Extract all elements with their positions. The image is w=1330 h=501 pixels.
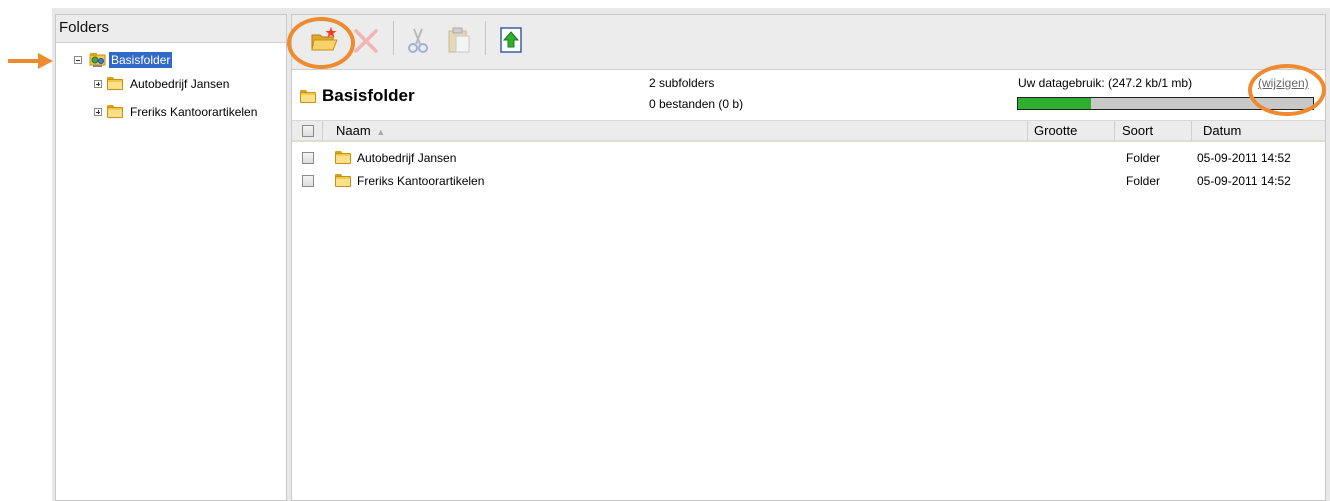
delete-button[interactable] [351, 25, 381, 55]
sort-asc-icon: ▲ [376, 127, 386, 137]
column-separator [322, 121, 323, 141]
file-browser-panel: Basisfolder 2 subfolders 0 bestanden (0 … [291, 14, 1326, 501]
column-separator [1191, 121, 1192, 141]
paste-button[interactable] [444, 25, 474, 55]
row-date: 05-09-2011 14:52 [1197, 174, 1291, 188]
folders-panel: Folders Basisfolder Autobedrijf Jansen F… [55, 14, 287, 501]
row-name[interactable]: Freriks Kantoorartikelen [357, 170, 484, 192]
table-row[interactable]: Autobedrijf Jansen Folder 05-09-2011 14:… [292, 147, 1325, 169]
clipboard-icon [448, 27, 470, 53]
row-checkbox[interactable] [302, 152, 314, 164]
expand-toggle-icon[interactable] [94, 80, 102, 88]
tree-item-root[interactable]: Basisfolder [74, 52, 274, 68]
subfolder-count: 2 subfolders [649, 76, 715, 90]
tree-item-label[interactable]: Basisfolder [109, 52, 173, 68]
toolbar-separator [393, 21, 394, 55]
usage-progress-fill [1018, 98, 1091, 109]
network-folder-icon [89, 53, 106, 67]
select-all-checkbox[interactable] [302, 125, 314, 137]
usage-progress-bar [1017, 97, 1314, 110]
column-header-name-label: Naam [336, 123, 371, 138]
expand-toggle-icon[interactable] [94, 108, 102, 116]
upload-button[interactable] [496, 25, 526, 55]
row-name[interactable]: Autobedrijf Jansen [357, 147, 456, 169]
folder-icon [107, 77, 123, 90]
grid-header: Naam ▲ Grootte Soort Datum [292, 120, 1325, 142]
row-date: 05-09-2011 14:52 [1197, 151, 1291, 165]
folders-panel-title: Folders [56, 15, 286, 43]
tree-item-label[interactable]: Autobedrijf Jansen [130, 76, 229, 92]
upload-arrow-icon [500, 27, 522, 53]
file-count: 0 bestanden (0 b) [649, 97, 744, 111]
row-type: Folder [1126, 151, 1161, 165]
change-usage-link[interactable]: (wijzigen) [1258, 76, 1309, 90]
annotation-arrow-icon [8, 53, 53, 69]
tree-item-freriks-kantoorartikelen[interactable]: Freriks Kantoorartikelen [94, 104, 284, 120]
column-header-name[interactable]: Naam ▲ [336, 121, 385, 142]
folder-info: Basisfolder 2 subfolders 0 bestanden (0 … [292, 70, 1325, 120]
new-folder-button[interactable] [309, 25, 339, 55]
column-separator [1114, 121, 1115, 141]
row-checkbox[interactable] [302, 175, 314, 187]
column-header-date[interactable]: Datum [1203, 121, 1241, 141]
usage-label: Uw datagebruik: (247.2 kb/1 mb) [1018, 76, 1193, 90]
toolbar-separator [485, 21, 486, 55]
toolbar [292, 15, 1325, 70]
table-row[interactable]: Freriks Kantoorartikelen Folder 05-09-20… [292, 170, 1325, 192]
column-header-type[interactable]: Soort [1122, 121, 1153, 141]
column-separator [1027, 121, 1028, 141]
row-type: Folder [1126, 174, 1161, 188]
cut-button[interactable] [403, 25, 433, 55]
folder-icon [107, 105, 123, 118]
tree-item-autobedrijf-jansen[interactable]: Autobedrijf Jansen [94, 76, 284, 92]
tree-item-label[interactable]: Freriks Kantoorartikelen [130, 104, 257, 120]
folder-title: Basisfolder [322, 86, 415, 105]
scissors-icon [408, 28, 428, 53]
collapse-toggle-icon[interactable] [74, 56, 82, 64]
folder-icon [300, 90, 316, 103]
folder-icon [335, 151, 351, 164]
new-folder-icon [311, 27, 338, 51]
delete-x-icon [354, 29, 378, 53]
folder-icon [335, 174, 351, 187]
column-header-size[interactable]: Grootte [1034, 121, 1077, 141]
